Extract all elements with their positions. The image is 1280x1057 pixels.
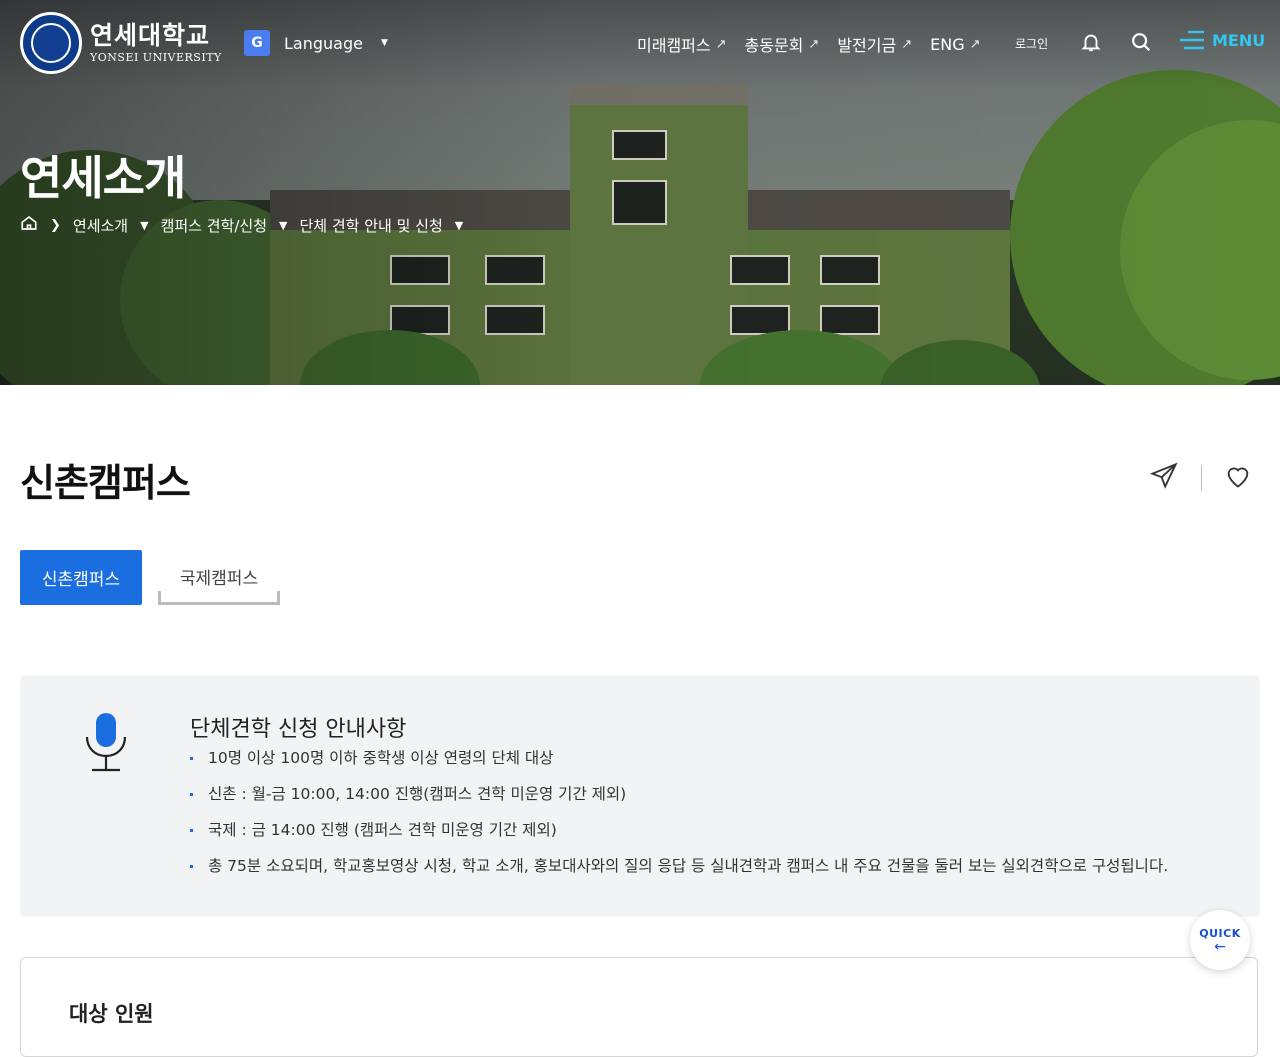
caret-down-icon: ▼ [380, 38, 388, 48]
notice-item: 총 75분 소요되며, 학교홍보영상 시청, 학교 소개, 홍보대사와의 질의 … [190, 855, 1168, 877]
tab-international-campus[interactable]: 국제캠퍼스 [158, 550, 280, 605]
chevron-down-icon: ▼ [140, 218, 149, 232]
breadcrumb-item[interactable]: 단체 견학 안내 및 신청 ▼ [299, 215, 463, 236]
breadcrumb-item[interactable]: 캠퍼스 견학/신청 ▼ [161, 215, 288, 236]
menu-button[interactable]: MENU [1180, 30, 1265, 50]
breadcrumb-item[interactable]: 연세소개 ▼ [73, 215, 149, 236]
page-heading: 연세소개 [20, 151, 186, 205]
chevron-down-icon: ▼ [454, 218, 464, 232]
logo-english: YONSEI UNIVERSITY [90, 51, 222, 64]
quick-menu-button[interactable]: QUICK ← [1190, 910, 1250, 970]
external-link-icon: ↗ [715, 36, 727, 52]
language-selector[interactable]: G Language ▼ [244, 30, 388, 56]
target-group-panel: 대상 인원 [20, 957, 1258, 1057]
tab-sinchon-campus[interactable]: 신촌캠퍼스 [20, 550, 142, 605]
nav-item-mirae-campus[interactable]: 미래캠퍼스 ↗ [637, 32, 727, 56]
notice-item: 국제 : 금 14:00 진행 (캠퍼스 견학 미운영 기간 제외) [190, 819, 1168, 841]
nav-item-alumni[interactable]: 총동문회 ↗ [745, 32, 820, 56]
bell-icon[interactable] [1080, 31, 1102, 57]
arrow-left-icon: ← [1214, 938, 1226, 955]
campus-tabs: 신촌캠퍼스 국제캠퍼스 [20, 550, 280, 605]
heart-icon[interactable] [1224, 462, 1252, 494]
notice-box: 단체견학 신청 안내사항 10명 이상 100명 이하 중학생 이상 연령의 단… [20, 675, 1260, 917]
site-header: 연세대학교 YONSEI UNIVERSITY G Language ▼ 미래캠… [0, 0, 1280, 86]
breadcrumb: ❯ 연세소개 ▼ 캠퍼스 견학/신청 ▼ 단체 견학 안내 및 신청 ▼ [20, 214, 463, 236]
home-icon[interactable] [20, 214, 38, 236]
campus-title: 신촌캠퍼스 [20, 461, 191, 505]
breadcrumb-label: 캠퍼스 견학/신청 [160, 216, 268, 235]
notice-list: 10명 이상 100명 이하 중학생 이상 연령의 단체 대상 신촌 : 월-금… [190, 747, 1168, 891]
notice-title: 단체견학 신청 안내사항 [190, 717, 407, 742]
nav-item-development-fund[interactable]: 발전기금 ↗ [837, 32, 912, 56]
chevron-down-icon: ▼ [279, 218, 288, 232]
language-label: Language [284, 33, 363, 53]
icon-divider [1201, 465, 1202, 491]
nav-item-label: ENG [930, 34, 965, 54]
nav-item-eng[interactable]: ENG ↗ [930, 32, 980, 56]
external-link-icon: ↗ [901, 36, 913, 52]
notice-item: 10명 이상 100명 이하 중학생 이상 연령의 단체 대상 [190, 747, 1168, 769]
nav-item-label: 총동문회 [744, 36, 804, 55]
hamburger-icon [1180, 30, 1204, 50]
top-nav: 미래캠퍼스 ↗ 총동문회 ↗ 발전기금 ↗ ENG ↗ [637, 32, 981, 56]
menu-label: MENU [1212, 30, 1266, 50]
login-link[interactable]: 로그인 [1015, 35, 1048, 52]
university-seal-icon [20, 12, 82, 74]
breadcrumb-label: 연세소개 [72, 216, 129, 235]
nav-item-label: 미래캠퍼스 [637, 36, 711, 55]
site-logo[interactable]: 연세대학교 YONSEI UNIVERSITY [20, 12, 222, 74]
microphone-icon [84, 711, 128, 777]
external-link-icon: ↗ [969, 36, 981, 52]
logo-korean: 연세대학교 [90, 21, 211, 50]
breadcrumb-label: 단체 견학 안내 및 신청 [299, 216, 443, 235]
search-icon[interactable] [1130, 31, 1152, 57]
share-icon[interactable] [1149, 462, 1178, 494]
external-link-icon: ↗ [808, 36, 820, 52]
chevron-right-icon: ❯ [50, 217, 61, 233]
logo-text: 연세대학교 YONSEI UNIVERSITY [90, 23, 222, 63]
google-translate-icon: G [244, 30, 270, 56]
nav-item-label: 발전기금 [837, 36, 897, 55]
quick-label: QUICK [1199, 926, 1241, 940]
notice-item: 신촌 : 월-금 10:00, 14:00 진행(캠퍼스 견학 미운영 기간 제… [190, 783, 1168, 805]
